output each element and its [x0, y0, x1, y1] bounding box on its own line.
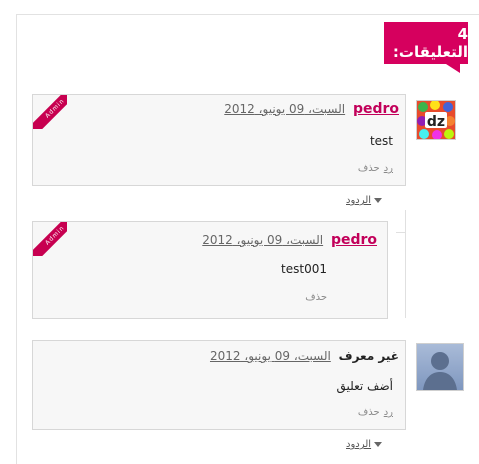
replies-toggle[interactable]: الردود [346, 439, 383, 450]
comments-count-badge: 4 التعليقات: [384, 22, 468, 64]
comment-date[interactable]: السبت، 09 يونيو، 2012 [202, 233, 323, 247]
thread-connector [396, 232, 406, 233]
comment-text: test [369, 134, 393, 148]
replies-label: الردود [346, 439, 372, 450]
reply-link[interactable]: رد [384, 407, 393, 418]
chevron-down-icon [374, 197, 383, 203]
dz-avatar-icon: dz [417, 100, 455, 140]
chevron-down-icon [374, 441, 383, 447]
admin-ribbon: Admin [33, 222, 67, 256]
admin-ribbon: Admin [33, 95, 67, 129]
delete-link[interactable]: حذف [358, 407, 380, 418]
avatar[interactable]: dz [416, 100, 456, 140]
comment-text: test001 [281, 262, 327, 276]
delete-link[interactable]: حذف [305, 292, 327, 303]
replies-label: الردود [346, 195, 372, 206]
comment-header: pedro السبت، 09 يونيو، 2012 [224, 101, 399, 117]
comment-text: أضف تعليق [336, 379, 394, 393]
comment-date[interactable]: السبت، 09 يونيو، 2012 [224, 102, 345, 116]
comment-header: غير معرف السبت، 09 يونيو، 2012 [210, 349, 399, 363]
replies-toggle[interactable]: الردود [346, 195, 383, 206]
delete-link[interactable]: حذف [358, 163, 380, 174]
thread-line [405, 210, 406, 318]
comment-header: pedro السبت، 09 يونيو، 2012 [202, 232, 377, 248]
comment-box: Admin pedro السبت، 09 يونيو، 2012 test ر… [32, 94, 406, 186]
comment-actions: رد حذف [354, 163, 393, 174]
reply-box: Admin pedro السبت، 09 يونيو، 2012 test00… [32, 221, 388, 319]
comment-actions: حذف [301, 292, 327, 303]
reply-link[interactable]: رد [384, 163, 393, 174]
default-user-icon [423, 352, 457, 390]
badge-tail [446, 64, 460, 73]
comment-author[interactable]: pedro [353, 101, 399, 117]
comment-actions: رد حذف [354, 407, 393, 418]
svg-text:dz: dz [427, 114, 445, 130]
avatar[interactable] [416, 343, 464, 391]
comment-box: غير معرف السبت، 09 يونيو، 2012 أضف تعليق… [32, 340, 406, 430]
comment-author[interactable]: pedro [331, 232, 377, 248]
comment-author: غير معرف [338, 349, 399, 363]
comment-date[interactable]: السبت، 09 يونيو، 2012 [210, 349, 331, 363]
comments-count-label: 4 التعليقات: [392, 25, 468, 61]
